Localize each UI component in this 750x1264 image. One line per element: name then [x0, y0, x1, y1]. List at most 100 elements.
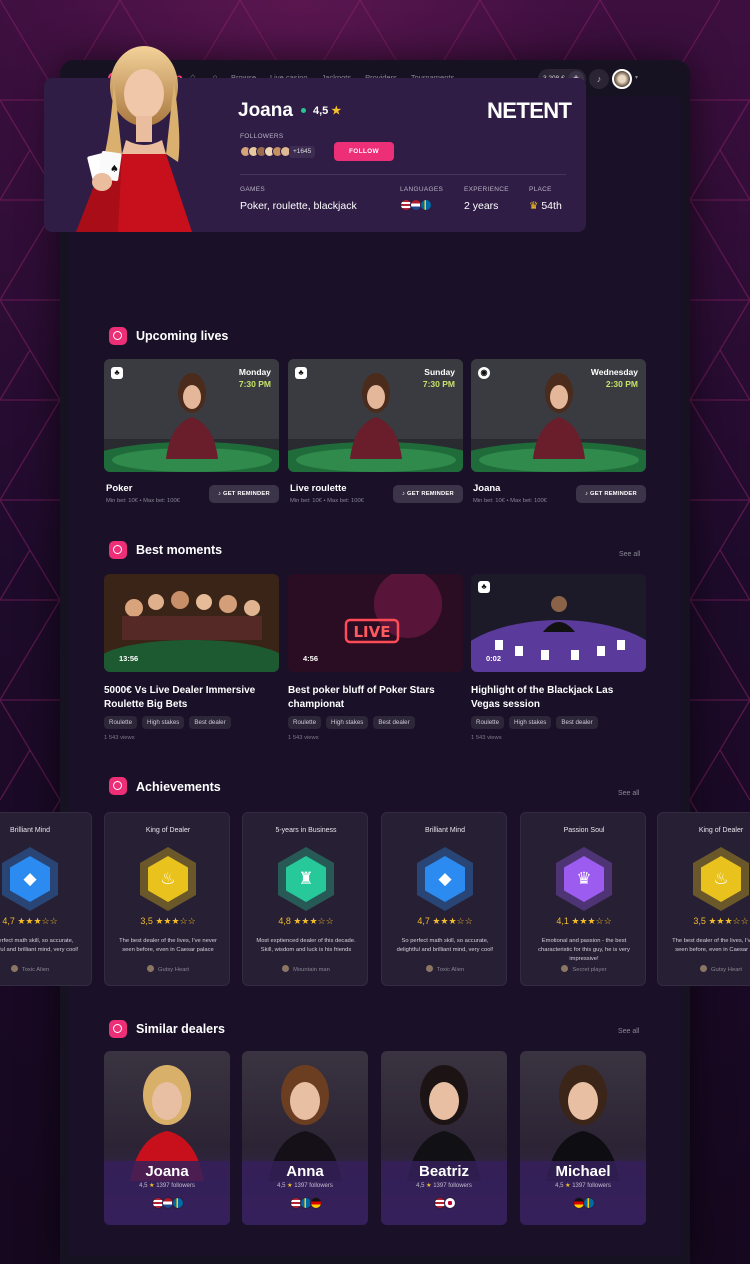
- language-flags: [400, 199, 432, 211]
- dealer-card[interactable]: Beatriz 4,5 ★ 1397 followers: [381, 1051, 507, 1225]
- upcoming-time: 7:30 PM: [238, 379, 271, 389]
- achievement-card[interactable]: Brilliant Mind ◆ 4,7 ★★★☆☆ So perfect math …: [381, 812, 507, 986]
- upcoming-title: Upcoming lives: [136, 329, 229, 343]
- dealer-card-rating: 4,5: [555, 1183, 564, 1189]
- dealer-card-flags: [242, 1197, 368, 1209]
- achievement-card[interactable]: 5-years in Business ♜ 4,8 ★★★☆☆ Most exptie…: [242, 812, 368, 986]
- upcoming-bets: Min bet: 10€ • Max bet: 100€: [473, 498, 547, 504]
- star-icon: ★: [287, 1183, 293, 1189]
- moment-tags: Roulette High stakes Best dealer: [471, 716, 598, 729]
- get-reminder-button[interactable]: ♪ GET REMINDER: [576, 485, 646, 503]
- dealer-card-flags: [381, 1197, 507, 1209]
- achievement-rating-value: 4,1: [556, 916, 569, 926]
- tag[interactable]: High stakes: [142, 716, 185, 729]
- achievement-name: Passion Soul: [563, 827, 605, 834]
- dealer-card-name: Joana: [145, 1163, 189, 1180]
- video-duration: 0:02: [486, 654, 502, 663]
- place-label: PLACE: [529, 186, 552, 193]
- achievement-author: Toxic Alien: [382, 965, 508, 973]
- experience-label: EXPERIENCE: [464, 186, 509, 193]
- dealer-card-flags: [520, 1197, 646, 1209]
- get-reminder-label: GET REMINDER: [407, 491, 454, 497]
- tag[interactable]: High stakes: [326, 716, 369, 729]
- dealer-card-followers: 1397 followers: [156, 1183, 195, 1189]
- dealer-name: Joana: [238, 100, 293, 121]
- achievement-name: 5-years in Business: [275, 827, 337, 834]
- moment-views: 1 543 views: [288, 735, 319, 741]
- achievement-rating: 4,7 ★★★☆☆: [0, 916, 93, 927]
- bell-icon[interactable]: ♪: [589, 69, 609, 89]
- dealer-card[interactable]: Michael 4,5 ★ 1397 followers: [520, 1051, 646, 1225]
- profile-divider: [240, 174, 566, 175]
- achievement-card[interactable]: King of Dealer ♨ 3,5 ★★★☆☆ The best dealer …: [657, 812, 750, 986]
- video-duration: 4:56: [303, 654, 319, 663]
- tag[interactable]: Best dealer: [556, 716, 598, 729]
- dealer-rating: 4,5 ★: [313, 104, 341, 117]
- follower-avatars: [240, 146, 291, 157]
- get-reminder-button[interactable]: ♪ GET REMINDER: [209, 485, 279, 503]
- bell-icon: ♪: [585, 491, 589, 497]
- follow-button[interactable]: FOLLOW: [334, 142, 394, 161]
- achievement-card[interactable]: Brilliant Mind ◆ 4,7 ★★★☆☆ So perfect math …: [0, 812, 92, 986]
- achievement-author: Gutsy Heart: [105, 965, 231, 973]
- achievement-quote: So perfect math skill, so accurate, deli…: [396, 938, 494, 953]
- achievement-quote: So perfect math skill, so accurate, deli…: [0, 938, 79, 953]
- cards-icon: ♣: [478, 581, 490, 593]
- get-reminder-label: GET REMINDER: [223, 491, 270, 497]
- flame-icon: ♨: [160, 869, 176, 888]
- followers-label: FOLLOWERS: [240, 133, 284, 140]
- achievement-quote: The best dealer of the lives, I've never…: [672, 938, 750, 953]
- achievement-rating-value: 3,5: [693, 916, 706, 926]
- similar-see-all-link[interactable]: See all: [618, 1028, 639, 1035]
- achievement-rating: 3,5 ★★★☆☆: [658, 916, 750, 927]
- chevron-down-icon[interactable]: ▾: [635, 74, 638, 81]
- svg-text:♠: ♠: [110, 164, 119, 175]
- moments-see-all-link[interactable]: See all: [619, 551, 640, 558]
- dealer-card-meta: 4,5 ★ 1397 followers: [381, 1182, 507, 1189]
- dealer-card[interactable]: Anna 4,5 ★ 1397 followers: [242, 1051, 368, 1225]
- achievement-author: Mountain man: [243, 965, 369, 973]
- tag[interactable]: Roulette: [471, 716, 505, 729]
- get-reminder-button[interactable]: ♪ GET REMINDER: [393, 485, 463, 503]
- upcoming-thumbnail: ♣ Sunday 7:30 PM: [288, 359, 463, 472]
- achievement-card[interactable]: King of Dealer ♨ 3,5 ★★★☆☆ The best dealer …: [104, 812, 230, 986]
- achievement-card[interactable]: Passion Soul ♛ 4,1 ★★★☆☆ Emotional and pass…: [520, 812, 646, 986]
- dealer-card-flags: [104, 1197, 230, 1209]
- video-duration: 13:56: [119, 654, 139, 663]
- achievement-rating: 4,7 ★★★☆☆: [382, 916, 508, 927]
- dealer-card-rating: 4,5: [139, 1183, 148, 1189]
- languages-label: LANGUAGES: [400, 186, 444, 193]
- gem-icon: ◆: [23, 869, 37, 888]
- tag[interactable]: Roulette: [104, 716, 138, 729]
- achievement-name: Brilliant Mind: [424, 827, 466, 834]
- achievement-rating: 3,5 ★★★☆☆: [105, 916, 231, 927]
- games-value: Poker, roulette, blackjack: [240, 200, 357, 212]
- moment-thumbnail: 13:56: [104, 574, 279, 672]
- online-status-dot: [301, 108, 306, 113]
- tag[interactable]: Roulette: [288, 716, 322, 729]
- tag[interactable]: Best dealer: [373, 716, 415, 729]
- upcoming-card-title: Joana: [473, 483, 501, 494]
- live-section-icon: [109, 327, 127, 345]
- rating-stars-icon: ★★★☆☆: [571, 916, 612, 926]
- tag[interactable]: High stakes: [509, 716, 552, 729]
- dealer-card-meta: 4,5 ★ 1397 followers: [520, 1182, 646, 1189]
- upcoming-card-title: Live roulette: [290, 483, 347, 494]
- flag-germany-icon: [310, 1197, 322, 1209]
- achievements-see-all-link[interactable]: See all: [618, 790, 639, 797]
- dealer-card-name: Michael: [555, 1163, 611, 1180]
- rating-stars-icon: ★★★☆☆: [432, 916, 473, 926]
- moment-thumbnail: ♣ 0:02: [471, 574, 646, 672]
- flame-icon: ♨: [713, 869, 729, 888]
- achievements-title: Achievements: [136, 780, 221, 794]
- upcoming-bets: Min bet: 10€ • Max bet: 100€: [106, 498, 180, 504]
- tag[interactable]: Best dealer: [189, 716, 231, 729]
- upcoming-thumbnail: ♣ Monday 7:30 PM: [104, 359, 279, 472]
- bell-icon: ♪: [218, 491, 222, 497]
- dealer-card-rating: 4,5: [416, 1183, 425, 1189]
- get-reminder-label: GET REMINDER: [590, 491, 637, 497]
- upcoming-thumbnail: ◉ Wednesday 2:30 PM: [471, 359, 646, 472]
- user-avatar[interactable]: [612, 69, 632, 89]
- upcoming-day: Wednesday: [590, 367, 638, 377]
- dealer-card[interactable]: Joana 4,5 ★ 1397 followers: [104, 1051, 230, 1225]
